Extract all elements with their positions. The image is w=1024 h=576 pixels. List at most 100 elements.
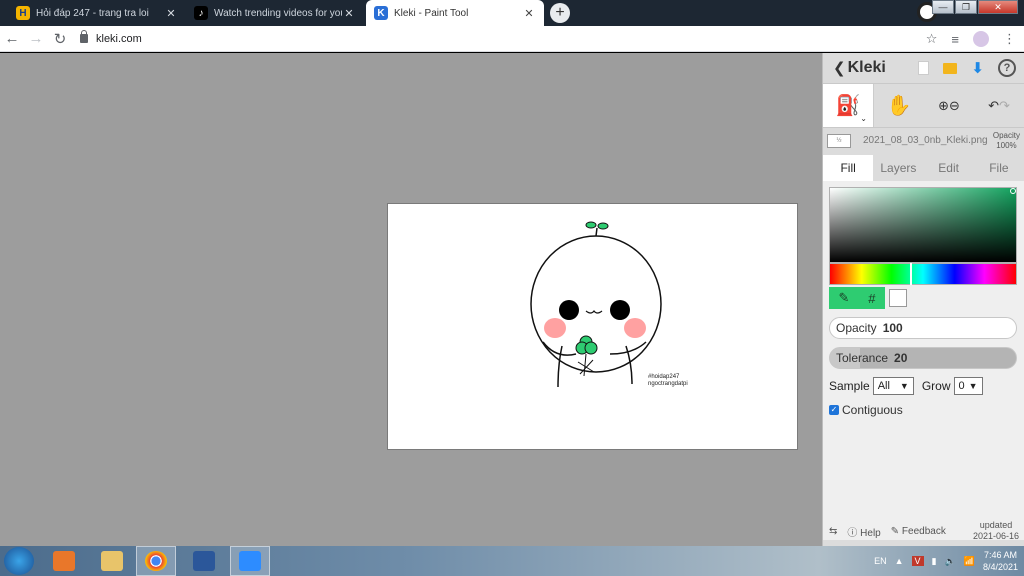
reload-button[interactable]: ↻: [48, 30, 72, 48]
zoom-in-icon[interactable]: ⊕: [938, 98, 949, 114]
left-blush: [544, 318, 566, 338]
tab-layers[interactable]: Layers: [873, 155, 923, 181]
tolerance-slider[interactable]: Tolerance 20: [829, 347, 1017, 369]
system-tray: EN ▲ V ▮ 🔈 📶 7:46 AM 8/4/2021: [874, 546, 1018, 576]
panel-tabs: Fill Layers Edit File: [823, 155, 1024, 181]
kleki-logo-text: Kleki: [847, 59, 886, 76]
saturation-value-picker[interactable]: [829, 187, 1017, 263]
tab-title: Kleki - Paint Tool: [394, 7, 469, 19]
hex-input-button[interactable]: #: [868, 291, 875, 306]
new-tab-button[interactable]: +: [550, 3, 570, 23]
word-app[interactable]: [184, 546, 224, 576]
feedback-link[interactable]: ✎ Feedback: [891, 526, 946, 537]
close-tab-icon[interactable]: ✕: [164, 7, 178, 20]
folder-icon: [101, 551, 123, 571]
undo-icon[interactable]: ↶: [988, 98, 999, 114]
open-file-icon[interactable]: [943, 62, 958, 74]
contiguous-label[interactable]: Contiguous: [842, 403, 903, 417]
zoom-app[interactable]: [230, 546, 270, 576]
chevron-down-icon: ▼: [968, 381, 978, 391]
drawing-canvas[interactable]: #hoidap247 ngoctrangdatpi: [387, 203, 798, 450]
kleki-logo-icon: ❮: [833, 60, 846, 77]
sprout-leaf: [597, 222, 609, 230]
address-bar[interactable]: kleki.com: [80, 30, 142, 45]
right-blush: [624, 318, 646, 338]
drawing-artwork: [530, 221, 662, 388]
account-avatar[interactable]: [973, 31, 989, 47]
forward-button[interactable]: →: [24, 30, 48, 47]
zoom-video-icon: [239, 551, 261, 571]
grow-value: 0: [958, 380, 965, 392]
start-button[interactable]: [4, 547, 34, 575]
kleki-favicon-icon: K: [374, 6, 388, 20]
opacity-slider[interactable]: Opacity 100: [829, 317, 1017, 339]
tab-kleki[interactable]: K Kleki - Paint Tool ✕: [366, 0, 544, 26]
eyedropper-icon[interactable]: ✎: [838, 290, 849, 306]
vpn-icon[interactable]: V: [911, 556, 924, 566]
tolerance-value: 20: [894, 351, 908, 365]
watermark: #hoidap247 ngoctrangdatpi: [648, 374, 688, 388]
contiguous-checkbox[interactable]: ✓: [829, 405, 839, 415]
file-thumbnail[interactable]: ½: [827, 133, 851, 148]
grow-select[interactable]: 0 ▼: [953, 377, 983, 395]
primary-color-swatch[interactable]: ✎ #: [829, 287, 885, 309]
updated-info: updated 2021-06-16: [973, 520, 1019, 542]
menu-icon[interactable]: ⋮: [1003, 31, 1016, 47]
opacity-value: 100%: [996, 140, 1017, 150]
language-indicator[interactable]: EN: [874, 556, 887, 566]
file-explorer-app[interactable]: [92, 546, 132, 576]
canvas-stage[interactable]: #hoidap247 ngoctrangdatpi: [0, 53, 822, 546]
chevron-down-icon: ▼: [899, 381, 909, 391]
picker-handle[interactable]: [1010, 188, 1016, 194]
secondary-color-swatch[interactable]: [889, 289, 907, 307]
download-icon[interactable]: ⬇: [971, 59, 984, 77]
zoom-out-icon[interactable]: ⊖: [949, 98, 960, 114]
tab-hoidap[interactable]: H Hỏi đáp 247 - trang tra loi ✕: [8, 0, 186, 26]
restore-button[interactable]: ❐: [955, 0, 977, 14]
volume-icon[interactable]: 🔈: [945, 556, 956, 567]
tab-title: Watch trending videos for you | T: [214, 7, 342, 19]
tab-file[interactable]: File: [974, 155, 1024, 181]
close-window-button[interactable]: ✕: [978, 0, 1018, 14]
windows-taskbar: EN ▲ V ▮ 🔈 📶 7:46 AM 8/4/2021: [0, 546, 1024, 576]
tray-expand-icon[interactable]: ▲: [895, 556, 904, 566]
feedback-label: Feedback: [901, 525, 946, 537]
star-icon[interactable]: ☆: [926, 31, 938, 47]
history-tools: ↶ ↷: [974, 84, 1024, 127]
paint-bucket-tool[interactable]: ⛽ ⌄: [823, 84, 874, 127]
hue-slider[interactable]: [829, 263, 1017, 285]
panel-footer: ⇆ ⓘ Help ✎ Feedback updated 2021-06-16: [823, 516, 1024, 546]
tab-fill[interactable]: Fill: [823, 155, 874, 181]
tab-edit[interactable]: Edit: [924, 155, 974, 181]
swap-sides-icon[interactable]: ⇆: [829, 526, 837, 537]
back-button[interactable]: ←: [0, 30, 24, 47]
media-icon[interactable]: ≡: [951, 32, 959, 47]
sample-select[interactable]: All ▼: [872, 377, 914, 395]
clock[interactable]: 7:46 AM 8/4/2021: [983, 549, 1018, 573]
minimize-button[interactable]: —: [932, 0, 954, 14]
tool-row: ⛽ ⌄ ✋ ⊕ ⊖ ↶ ↷: [823, 83, 1024, 127]
hand-tool[interactable]: ✋: [874, 84, 924, 127]
help-icon[interactable]: ?: [998, 59, 1016, 77]
file-name: 2021_08_03_0nb_Kleki.png: [863, 135, 988, 146]
tab-tiktok[interactable]: ♪ Watch trending videos for you | T ✕: [186, 0, 364, 26]
chrome-app[interactable]: [136, 546, 176, 576]
network-icon[interactable]: 📶: [964, 556, 975, 567]
sprout-leaf: [585, 221, 597, 229]
help-link[interactable]: ⓘ Help: [847, 524, 880, 539]
chevron-down-icon[interactable]: ⌄: [860, 114, 867, 123]
clock-date: 8/4/2021: [982, 562, 1018, 572]
media-player-app[interactable]: [44, 546, 84, 576]
hue-handle[interactable]: [910, 263, 912, 285]
battery-icon[interactable]: ▮: [932, 556, 937, 567]
layer-opacity: Opacity 100%: [993, 131, 1020, 151]
opacity-slider-value: 100: [882, 321, 903, 335]
grow-label: Grow: [921, 379, 951, 393]
redo-icon[interactable]: ↷: [999, 98, 1010, 114]
close-tab-icon[interactable]: ✕: [522, 7, 536, 20]
new-file-icon[interactable]: [918, 61, 930, 75]
file-info: ½ 2021_08_03_0nb_Kleki.png Opacity 100%: [823, 127, 1024, 153]
media-player-icon: [53, 551, 75, 571]
close-tab-icon[interactable]: ✕: [342, 7, 356, 20]
paint-bucket-icon: ⛽: [835, 95, 861, 117]
